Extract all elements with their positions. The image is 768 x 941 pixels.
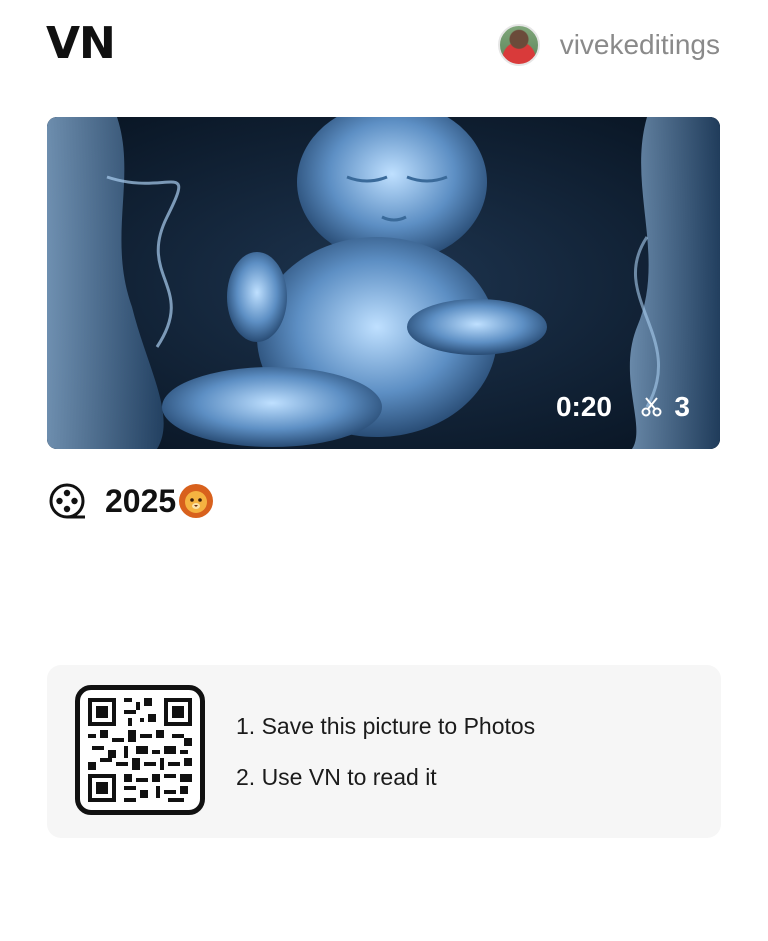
user-profile[interactable]: vivekeditings — [497, 22, 720, 68]
qr-card: 1. Save this picture to Photos 2. Use VN… — [47, 665, 721, 838]
project-title-row: 2025 — [47, 481, 214, 521]
avatar[interactable] — [497, 24, 540, 66]
video-preview[interactable]: 0:20 3 — [47, 117, 720, 449]
video-duration: 0:20 — [555, 391, 612, 422]
qr-code-icon — [88, 698, 192, 802]
instruction-step-2: 2. Use VN to read it — [236, 764, 437, 790]
vn-logo: VN — [46, 18, 116, 69]
instruction-step-1: 1. Save this picture to Photos — [236, 713, 536, 739]
qr-code — [75, 685, 205, 815]
project-title: 2025 — [105, 482, 177, 519]
scissors-icon — [641, 397, 662, 417]
film-reel-icon — [49, 483, 85, 519]
username[interactable]: vivekeditings — [560, 29, 720, 61]
clip-count: 3 — [640, 391, 690, 423]
lion-emoji-icon — [179, 484, 214, 518]
clip-count-value: 3 — [674, 391, 690, 422]
video-thumbnail — [47, 117, 720, 449]
